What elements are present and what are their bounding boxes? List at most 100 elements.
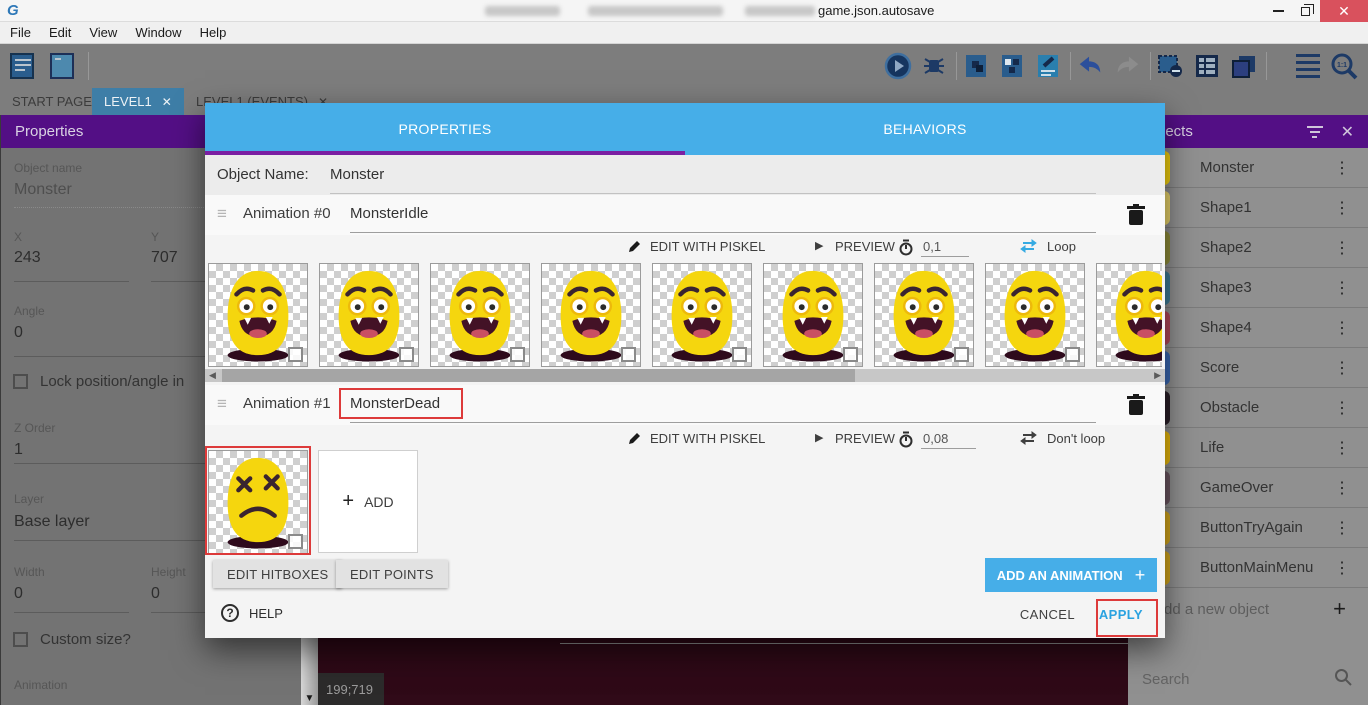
drag-handle-icon[interactable]: ≡: [217, 204, 227, 224]
custom-size-row[interactable]: Custom size?: [13, 631, 131, 648]
edit-hitboxes-button[interactable]: EDIT HITBOXES: [213, 560, 342, 588]
angle-value[interactable]: 0: [14, 324, 23, 342]
add-frame-button[interactable]: + ADD: [318, 450, 418, 553]
frame-select-checkbox[interactable]: [399, 347, 414, 362]
object-menu-icon[interactable]: ⋮: [1334, 158, 1350, 178]
custom-size-checkbox[interactable]: [13, 632, 28, 647]
time-between-frames-input[interactable]: 0,08: [921, 431, 976, 449]
zoom-original-button[interactable]: 1:1: [1330, 52, 1358, 80]
help-button[interactable]: ? HELP: [221, 604, 283, 622]
animation-frame-thumbnail[interactable]: [541, 263, 641, 367]
loop-toggle-button[interactable]: Loop: [1047, 239, 1076, 254]
layers-button[interactable]: [1230, 52, 1258, 80]
edit-with-piskel-button[interactable]: EDIT WITH PISKEL: [650, 431, 765, 446]
object-menu-icon[interactable]: ⋮: [1334, 198, 1350, 218]
restore-button[interactable]: [1290, 0, 1320, 22]
edit-points-button[interactable]: EDIT POINTS: [336, 560, 448, 588]
time-between-frames-input[interactable]: 0,1: [921, 239, 969, 257]
animation-frame-thumbnail[interactable]: [652, 263, 752, 367]
y-value[interactable]: 707: [151, 249, 178, 267]
scroll-down-icon[interactable]: ▼: [301, 693, 318, 704]
frame-select-checkbox[interactable]: [732, 347, 747, 362]
redo-button[interactable]: [1114, 52, 1142, 80]
preview-button[interactable]: PREVIEW: [835, 431, 895, 446]
object-menu-icon[interactable]: ⋮: [1334, 358, 1350, 378]
drag-handle-icon[interactable]: ≡: [217, 394, 227, 414]
object-menu-icon[interactable]: ⋮: [1334, 478, 1350, 498]
toggle-grid-button[interactable]: [1294, 52, 1322, 80]
menu-file[interactable]: File: [10, 25, 31, 40]
tab-properties[interactable]: PROPERTIES: [205, 103, 685, 155]
object-name-input[interactable]: Monster: [330, 166, 384, 183]
object-menu-icon[interactable]: ⋮: [1334, 518, 1350, 538]
edit-with-piskel-button[interactable]: EDIT WITH PISKEL: [650, 239, 765, 254]
open-object-groups-button[interactable]: [998, 52, 1026, 80]
scroll-left-icon[interactable]: ◀: [209, 369, 216, 382]
object-menu-icon[interactable]: ⋮: [1334, 398, 1350, 418]
play-preview-button[interactable]: [884, 52, 912, 80]
filter-icon[interactable]: [1307, 126, 1323, 138]
object-menu-icon[interactable]: ⋮: [1334, 558, 1350, 578]
menu-edit[interactable]: Edit: [49, 25, 71, 40]
menu-help[interactable]: Help: [200, 25, 227, 40]
delete-animation-icon[interactable]: [1125, 393, 1147, 417]
lock-position-row[interactable]: Lock position/angle in: [13, 373, 184, 390]
object-menu-icon[interactable]: ⋮: [1334, 438, 1350, 458]
z-order-value[interactable]: 1: [14, 441, 23, 459]
width-value[interactable]: 0: [14, 585, 23, 603]
frame-select-checkbox[interactable]: [621, 347, 636, 362]
tab-behaviors[interactable]: BEHAVIORS: [685, 103, 1165, 155]
tab-level1[interactable]: LEVEL1✕: [92, 88, 184, 115]
add-animation-button[interactable]: ADD AN ANIMATION+: [985, 558, 1157, 592]
undo-button[interactable]: [1076, 52, 1104, 80]
close-button[interactable]: ✕: [1320, 0, 1368, 22]
menu-view[interactable]: View: [89, 25, 117, 40]
animation-frame-thumbnail[interactable]: [985, 263, 1085, 367]
animation0-name-input[interactable]: MonsterIdle: [350, 205, 428, 222]
properties-scrollbar[interactable]: ▼: [301, 638, 318, 705]
lock-position-checkbox[interactable]: [13, 374, 28, 389]
object-search-input[interactable]: [1142, 666, 1322, 692]
delete-animation-icon[interactable]: [1125, 203, 1147, 227]
x-value[interactable]: 243: [14, 249, 41, 267]
preview-button[interactable]: PREVIEW: [835, 239, 895, 254]
menu-window[interactable]: Window: [135, 25, 181, 40]
height-value[interactable]: 0: [151, 585, 160, 603]
object-menu-icon[interactable]: ⋮: [1334, 278, 1350, 298]
layer-value[interactable]: Base layer: [14, 513, 90, 531]
frame-select-checkbox[interactable]: [288, 534, 303, 549]
animation-frame-thumbnail[interactable]: [874, 263, 974, 367]
scroll-right-icon[interactable]: ▶: [1154, 369, 1161, 382]
object-menu-icon[interactable]: ⋮: [1334, 238, 1350, 258]
cancel-button[interactable]: CANCEL: [1020, 607, 1075, 622]
animation-frame-thumbnail[interactable]: [430, 263, 530, 367]
frame-select-checkbox[interactable]: [843, 347, 858, 362]
minimize-button[interactable]: [1263, 0, 1293, 22]
add-object-plus-icon[interactable]: +: [1333, 596, 1346, 622]
frame-select-checkbox[interactable]: [1065, 347, 1080, 362]
animation-frame-thumbnail[interactable]: [319, 263, 419, 367]
animation-frame-thumbnail[interactable]: [763, 263, 863, 367]
loop-toggle-button[interactable]: Don't loop: [1047, 431, 1105, 446]
instances-list-button[interactable]: [1193, 52, 1221, 80]
open-objects-editor-button[interactable]: [962, 52, 990, 80]
debug-button[interactable]: [920, 52, 948, 80]
delete-selection-button[interactable]: [1156, 52, 1184, 80]
frames-scrollbar[interactable]: ◀ ▶: [205, 369, 1165, 382]
animation-frame-thumbnail[interactable]: [1096, 263, 1162, 367]
scrollbar-thumb[interactable]: [222, 369, 855, 382]
frame-select-checkbox[interactable]: [954, 347, 969, 362]
frame-select-checkbox[interactable]: [510, 347, 525, 362]
close-panel-icon[interactable]: ✕: [1341, 122, 1354, 142]
open-properties-button[interactable]: [1034, 52, 1062, 80]
tab-start-page[interactable]: START PAGE: [0, 88, 104, 115]
close-tab-icon[interactable]: ✕: [162, 95, 172, 109]
apply-button[interactable]: APPLY: [1099, 607, 1143, 622]
object-menu-icon[interactable]: ⋮: [1334, 318, 1350, 338]
animation1-name-input[interactable]: MonsterDead: [350, 395, 440, 412]
project-manager-button[interactable]: [8, 52, 36, 80]
start-page-button[interactable]: [48, 52, 76, 80]
animation-frame-thumbnail[interactable]: [208, 450, 308, 554]
animation-frame-thumbnail[interactable]: [208, 263, 308, 367]
frame-select-checkbox[interactable]: [288, 347, 303, 362]
